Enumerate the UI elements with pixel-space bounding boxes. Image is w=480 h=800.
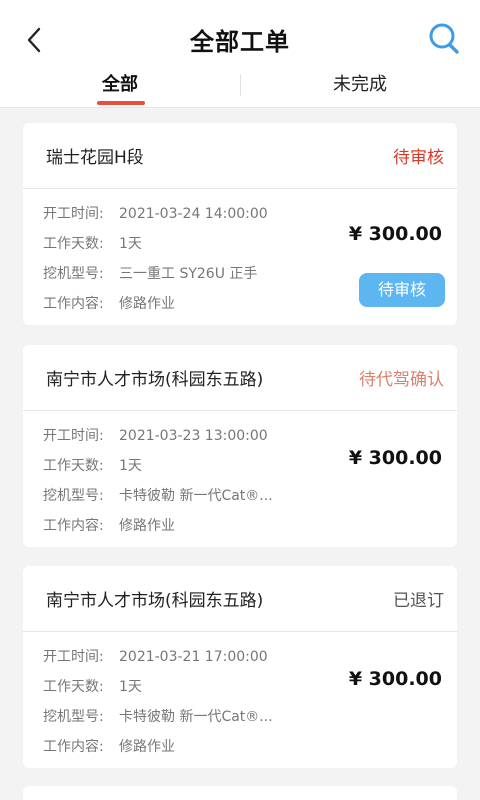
order-card-header: 南宁市人才市场(科园东五路) 待代驾确认 [23, 345, 457, 411]
order-card-body: 开工时间: 2021-03-24 14:00:00 工作天数: 1天 挖机型号: 三一… [23, 189, 457, 325]
excavator-model-row: 挖机型号: 卡特彼勒 新一代Cat®... [43, 706, 273, 726]
order-card-header: 南宁市人才市场(科园东五路) 已退订 [23, 566, 457, 632]
order-card-partial[interactable] [23, 786, 457, 800]
work-days-value: 1天 [119, 236, 142, 252]
excavator-model-label: 挖机型号: [43, 709, 104, 725]
work-content-value: 修路作业 [119, 518, 175, 534]
order-card[interactable]: 南宁市人才市场(科园东五路) 已退订 开工时间: 2021-03-21 17:00… [23, 566, 457, 768]
active-tab-indicator [97, 101, 145, 105]
excavator-model-value: 三一重工 SY26U 正手 [119, 266, 258, 282]
start-time-row: 开工时间: 2021-03-21 17:00:00 [43, 646, 268, 666]
pending-review-button[interactable]: 待审核 [359, 273, 445, 307]
work-content-label: 工作内容: [43, 518, 104, 534]
start-time-label: 开工时间: [43, 649, 104, 665]
order-site-name: 南宁市人才市场(科园东五路) [46, 591, 264, 611]
start-time-label: 开工时间: [43, 206, 104, 222]
start-time-label: 开工时间: [43, 428, 104, 444]
work-content-row: 工作内容: 修路作业 [43, 515, 175, 535]
order-card-body: 开工时间: 2021-03-23 13:00:00 工作天数: 1天 挖机型号: 卡特… [23, 411, 457, 547]
work-days-label: 工作天数: [43, 236, 104, 252]
order-card[interactable]: 瑞士花园H段 待审核 开工时间: 2021-03-24 14:00:00 工作天数… [23, 123, 457, 325]
tab-incomplete[interactable]: 未完成 [240, 62, 480, 108]
excavator-model-row: 挖机型号: 卡特彼勒 新一代Cat®... [43, 485, 273, 505]
work-content-value: 修路作业 [119, 296, 175, 312]
work-content-label: 工作内容: [43, 739, 104, 755]
start-time-value: 2021-03-23 13:00:00 [119, 428, 268, 444]
order-site-name: 瑞士花园H段 [46, 148, 144, 168]
work-days-row: 工作天数: 1天 [43, 455, 142, 475]
excavator-model-row: 挖机型号: 三一重工 SY26U 正手 [43, 263, 257, 283]
order-card[interactable]: 南宁市人才市场(科园东五路) 待代驾确认 开工时间: 2021-03-23 13:… [23, 345, 457, 547]
tab-all-label: 全部 [102, 74, 138, 95]
excavator-model-label: 挖机型号: [43, 266, 104, 282]
page-title: 全部工单 [190, 28, 290, 56]
order-card-header: 瑞士花园H段 待审核 [23, 123, 457, 189]
work-content-value: 修路作业 [119, 739, 175, 755]
order-status: 待审核 [393, 148, 444, 168]
order-price: ¥ 300.00 [348, 223, 442, 245]
order-price: ¥ 300.00 [348, 447, 442, 469]
start-time-row: 开工时间: 2021-03-24 14:00:00 [43, 203, 268, 223]
order-status: 待代驾确认 [359, 370, 444, 390]
header-bar: 全部工单 全部 未完成 [0, 0, 480, 108]
excavator-model-value: 卡特彼勒 新一代Cat®... [119, 488, 273, 504]
work-days-label: 工作天数: [43, 679, 104, 695]
search-icon [429, 23, 459, 54]
work-days-value: 1天 [119, 679, 142, 695]
excavator-model-label: 挖机型号: [43, 488, 104, 504]
start-time-row: 开工时间: 2021-03-23 13:00:00 [43, 425, 268, 445]
work-days-label: 工作天数: [43, 458, 104, 474]
work-days-row: 工作天数: 1天 [43, 676, 142, 696]
work-content-row: 工作内容: 修路作业 [43, 736, 175, 756]
tab-bar: 全部 未完成 [0, 62, 480, 108]
work-days-value: 1天 [119, 458, 142, 474]
work-content-row: 工作内容: 修路作业 [43, 293, 175, 313]
tab-incomplete-label: 未完成 [333, 74, 387, 95]
start-time-value: 2021-03-21 17:00:00 [119, 649, 268, 665]
work-content-label: 工作内容: [43, 296, 104, 312]
work-days-row: 工作天数: 1天 [43, 233, 142, 253]
excavator-model-value: 卡特彼勒 新一代Cat®... [119, 709, 273, 725]
order-card-body: 开工时间: 2021-03-21 17:00:00 工作天数: 1天 挖机型号: 卡特… [23, 632, 457, 768]
start-time-value: 2021-03-24 14:00:00 [119, 206, 268, 222]
order-price: ¥ 300.00 [348, 668, 442, 690]
order-status: 已退订 [393, 591, 444, 611]
search-button[interactable] [428, 22, 460, 56]
order-site-name: 南宁市人才市场(科园东五路) [46, 370, 264, 390]
